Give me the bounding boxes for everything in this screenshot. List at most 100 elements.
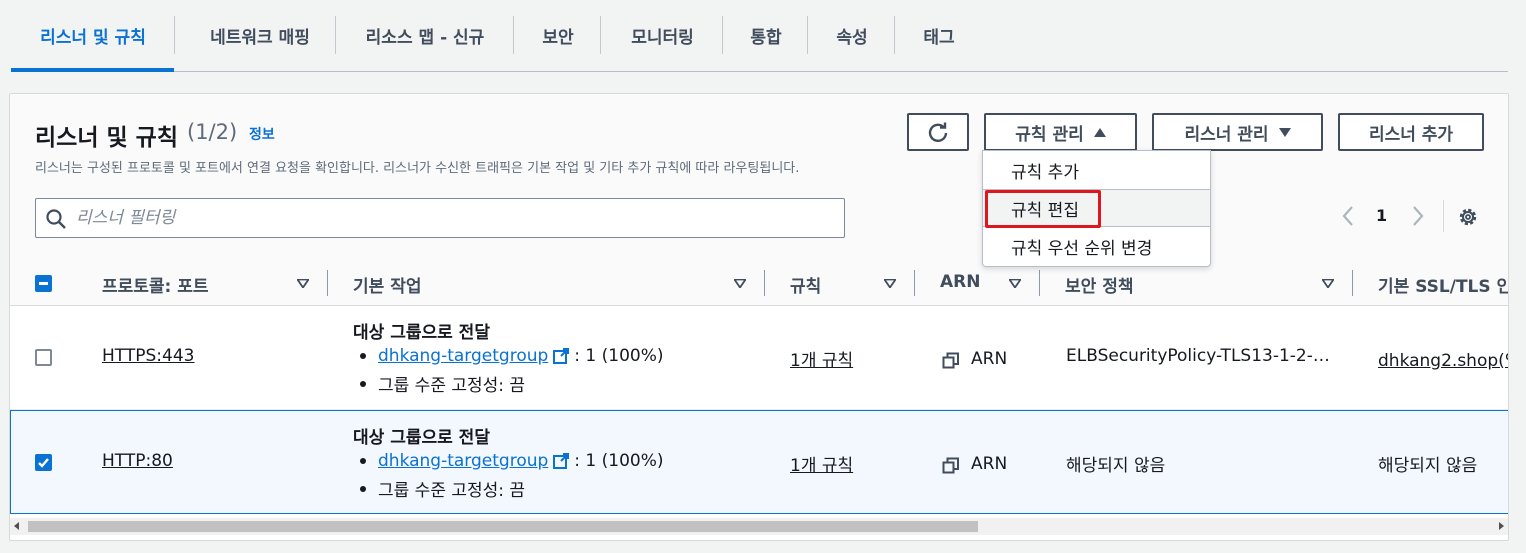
page-number[interactable]: 1 xyxy=(1376,206,1387,225)
tab-separator xyxy=(600,16,601,54)
chevron-left-icon[interactable] xyxy=(1341,205,1355,227)
tab-resource-map-label: 리소스 맵 - 신규 xyxy=(365,27,485,48)
tab-tags[interactable]: 태그 xyxy=(896,16,982,54)
column-divider[interactable] xyxy=(1039,270,1040,296)
tab-separator xyxy=(174,16,175,54)
search-icon xyxy=(46,209,66,229)
pagination-divider xyxy=(1443,200,1444,232)
default-action-title: 대상 그룹으로 전달 xyxy=(353,428,490,448)
scrollbar-thumb[interactable] xyxy=(28,521,978,532)
security-policy: ELBSecurityPolicy-TLS13-1-2-… xyxy=(1066,346,1330,366)
column-header-default-action[interactable]: 기본 작업 xyxy=(353,272,421,297)
tab-monitoring[interactable]: 모니터링 xyxy=(602,16,723,54)
refresh-button[interactable] xyxy=(907,113,969,151)
rules-link[interactable]: 1개 규칙 xyxy=(790,451,853,476)
indeterminate-icon xyxy=(39,282,48,285)
caret-down-icon xyxy=(1278,127,1291,137)
bullet-icon xyxy=(360,485,366,492)
table-row[interactable]: HTTP:80 대상 그룹으로 전달 dhkang-targetgroup : … xyxy=(10,410,1508,514)
filter-input[interactable] xyxy=(76,206,816,230)
sort-down-icon[interactable] xyxy=(1009,279,1021,288)
copy-icon[interactable] xyxy=(942,352,960,370)
panel-count: (1/2) xyxy=(187,120,238,144)
protocol-link[interactable]: HTTPS:443 xyxy=(102,346,194,366)
add-listener-label: 리스너 추가 xyxy=(1368,124,1454,145)
tab-attributes[interactable]: 속성 xyxy=(809,16,895,54)
tab-separator xyxy=(335,16,336,54)
copy-icon[interactable] xyxy=(942,457,960,475)
tab-network-mapping[interactable]: 네트워크 매핑 xyxy=(185,16,335,54)
panel-title: 리스너 및 규칙 xyxy=(35,125,178,151)
horizontal-scrollbar[interactable] xyxy=(10,518,1508,535)
info-link[interactable]: 정보 xyxy=(249,124,275,144)
manage-listener-button[interactable]: 리스너 관리 xyxy=(1152,113,1323,151)
scroll-left-icon[interactable] xyxy=(14,522,19,530)
column-header-arn[interactable]: ARN xyxy=(940,272,980,292)
default-action-title: 대상 그룹으로 전달 xyxy=(353,323,490,343)
tab-separator xyxy=(894,16,895,54)
column-divider[interactable] xyxy=(1352,270,1353,296)
manage-rules-menu: 규칙 추가 규칙 편집 규칙 우선 순위 변경 xyxy=(982,150,1211,267)
ssl-cert: 해당되지 않음 xyxy=(1378,456,1478,476)
select-all-checkbox[interactable] xyxy=(35,275,52,292)
bullet-icon xyxy=(360,353,366,359)
table-row[interactable]: HTTPS:443 대상 그룹으로 전달 dhkang-targetgroup … xyxy=(10,306,1508,410)
external-link-icon[interactable] xyxy=(552,452,570,470)
chevron-right-icon[interactable] xyxy=(1411,205,1425,227)
target-group-line: dhkang-targetgroup : 1 (100%) xyxy=(360,451,664,471)
bullet-icon xyxy=(360,458,366,464)
stickiness-line: 그룹 수준 고정성: 끔 xyxy=(360,476,525,501)
tab-security[interactable]: 보안 xyxy=(515,16,601,54)
stickiness-line: 그룹 수준 고정성: 끔 xyxy=(360,371,525,396)
column-header-security-policy[interactable]: 보안 정책 xyxy=(1065,272,1133,297)
panel-description: 리스너는 구성된 프로토콜 및 포트에서 연결 요청을 확인합니다. 리스너가 … xyxy=(35,161,800,176)
column-header-ssl-cert[interactable]: 기본 SSL/TLS 인 xyxy=(1378,272,1508,297)
add-listener-button[interactable]: 리스너 추가 xyxy=(1338,113,1484,151)
refresh-icon xyxy=(928,122,948,142)
menu-item-change-priority[interactable]: 규칙 우선 순위 변경 xyxy=(983,227,1210,265)
menu-item-add-rule[interactable]: 규칙 추가 xyxy=(983,151,1210,189)
menu-item-edit-rule[interactable]: 규칙 편집 xyxy=(983,189,1210,228)
manage-rules-label: 규칙 관리 xyxy=(1015,124,1084,145)
tab-integration[interactable]: 통합 xyxy=(724,16,808,54)
target-group-link[interactable]: dhkang-targetgroup xyxy=(378,451,548,471)
gear-icon[interactable] xyxy=(1457,206,1479,228)
stickiness-text: 그룹 수준 고정성: 끔 xyxy=(378,481,526,501)
row-checkbox-checked[interactable] xyxy=(35,454,52,471)
target-group-link[interactable]: dhkang-targetgroup xyxy=(378,346,548,366)
bullet-icon xyxy=(360,380,366,387)
stickiness-text: 그룹 수준 고정성: 끔 xyxy=(378,376,526,396)
tab-separator xyxy=(807,16,808,54)
column-divider[interactable] xyxy=(764,270,765,296)
sort-down-icon[interactable] xyxy=(297,279,309,288)
manage-listener-label: 리스너 관리 xyxy=(1184,124,1269,145)
tab-bar: 리스너 및 규칙 네트워크 매핑 리소스 맵 - 신규 보안 모니터링 통합 속… xyxy=(11,0,1508,72)
row-checkbox[interactable] xyxy=(35,349,52,366)
menu-item-edit-rule-label: 규칙 편집 xyxy=(1011,200,1079,221)
target-weight: : 1 (100%) xyxy=(574,346,664,366)
active-tab-indicator xyxy=(11,68,174,72)
tab-resource-map[interactable]: 리소스 맵 - 신규 xyxy=(337,16,513,54)
manage-rules-button[interactable]: 규칙 관리 xyxy=(984,113,1137,151)
checkmark-icon xyxy=(38,458,49,468)
rules-link[interactable]: 1개 규칙 xyxy=(790,346,853,371)
column-header-rules[interactable]: 규칙 xyxy=(790,272,821,297)
arn-label: ARN xyxy=(971,349,1008,369)
table-header: 프로토콜: 포트 기본 작업 규칙 ARN 보안 정책 기본 SSL/TLS 인 xyxy=(10,260,1508,306)
scroll-right-icon[interactable] xyxy=(1499,522,1504,530)
external-link-icon[interactable] xyxy=(552,347,570,365)
ssl-cert-link[interactable]: dhkang2.shop(인 xyxy=(1378,346,1508,371)
sort-down-icon[interactable] xyxy=(734,279,746,288)
security-policy: 해당되지 않음 xyxy=(1066,456,1166,476)
sort-down-icon[interactable] xyxy=(884,279,896,288)
listeners-panel: 리스너 및 규칙 (1/2) 정보 리스너는 구성된 프로토콜 및 포트에서 연… xyxy=(9,93,1509,541)
filter-field xyxy=(35,198,845,238)
caret-up-icon xyxy=(1093,127,1106,137)
protocol-link[interactable]: HTTP:80 xyxy=(102,451,173,471)
column-divider[interactable] xyxy=(914,270,915,296)
tab-listeners-rules[interactable]: 리스너 및 규칙 xyxy=(23,16,163,54)
column-header-protocol[interactable]: 프로토콜: 포트 xyxy=(102,272,209,297)
target-weight: : 1 (100%) xyxy=(574,451,664,471)
sort-down-icon[interactable] xyxy=(1322,279,1334,288)
column-divider[interactable] xyxy=(327,270,328,296)
